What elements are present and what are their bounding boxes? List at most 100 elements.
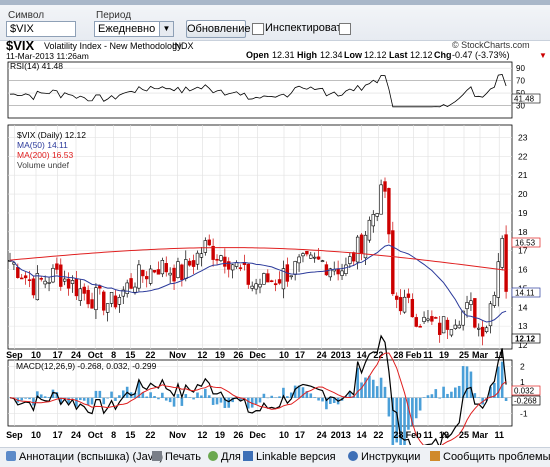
macd-histogram-bar (161, 393, 164, 398)
x-axis-label: 14 (357, 350, 367, 360)
footer-report-link[interactable]: Сообщить проблемы (430, 451, 550, 463)
macd-histogram-bar (20, 398, 23, 401)
macd-tag-line-text: -0.268 (514, 397, 537, 406)
x-axis-label: 10 (31, 350, 41, 360)
candle-body (59, 265, 62, 287)
candle-body (32, 279, 35, 295)
macd-histogram-bar (434, 389, 437, 398)
macd-histogram-bar (321, 398, 324, 402)
candle-body (67, 279, 70, 288)
macd-histogram-bar (462, 366, 465, 398)
macd-histogram-bar (28, 398, 31, 399)
candle-body (24, 276, 27, 278)
candle-body (102, 292, 105, 310)
symbol-input[interactable]: $VIX (6, 21, 76, 37)
x-axis-label: Dec (249, 350, 266, 360)
candle-body (454, 325, 457, 329)
candle-body (372, 214, 375, 226)
candle-body (458, 325, 461, 328)
macd-histogram-bar (255, 398, 258, 404)
inspect-toggle-box[interactable] (339, 23, 351, 35)
x-axis-label: 12 (197, 430, 207, 440)
candle-body (200, 254, 203, 258)
candle-body (48, 282, 51, 283)
x-axis-label: 2013 (331, 430, 351, 440)
x-axis-label: 14 (357, 430, 367, 440)
macd-histogram-bar (87, 398, 90, 405)
macd-histogram-bar (157, 398, 160, 400)
chevron-down-icon[interactable]: ▼ (159, 22, 173, 36)
x-axis-label: 19 (439, 430, 449, 440)
macd-tick-label: -1 (520, 408, 528, 418)
macd-histogram-bar (118, 395, 121, 398)
footer-report-label: Сообщить проблемы (443, 451, 550, 463)
footer-print-link[interactable]: Печать (152, 451, 201, 463)
candle-body (302, 254, 305, 256)
inspect-checkbox[interactable] (252, 23, 264, 35)
rsi-tick-label: 70 (516, 77, 525, 86)
footer-print-label: Печать (165, 451, 201, 463)
candle-body (180, 265, 183, 280)
macd-histogram-bar (477, 397, 480, 398)
macd-histogram-bar (24, 398, 27, 399)
footer-linkable-link[interactable]: Linkable версия (243, 451, 336, 463)
chart-name: Volatility Index - New Methodology (44, 41, 182, 51)
candle-body (352, 252, 355, 261)
candle-body (126, 283, 129, 294)
candle-body (239, 268, 242, 269)
macd-histogram-bar (454, 388, 457, 398)
rsi-legend: RSI(14) 41.48 (10, 61, 63, 71)
macd-histogram-bar (278, 396, 281, 398)
candle-body (196, 253, 199, 264)
price-panel (8, 125, 512, 349)
candle-body (368, 220, 371, 240)
candle-body (192, 260, 195, 266)
candle-body (391, 231, 394, 294)
x-axis-label: Nov (169, 430, 186, 440)
candle-body (263, 273, 266, 284)
macd-histogram-bar (106, 398, 109, 399)
candle-body (497, 262, 500, 298)
high-value: 12.34 (320, 50, 343, 60)
x-axis-label: 11 (494, 430, 504, 440)
macd-histogram-bar (317, 398, 320, 401)
period-select[interactable]: Ежедневно ▼ (94, 21, 174, 37)
candle-body (380, 185, 383, 214)
candle-body (223, 257, 226, 266)
chart-brand: © StockCharts.com (452, 40, 530, 50)
macd-histogram-bar (227, 398, 230, 408)
candle-body (384, 182, 387, 192)
high-label: High (297, 50, 317, 60)
x-axis-label: 24 (71, 350, 81, 360)
period-label: Период (96, 10, 131, 21)
candle-body (305, 251, 308, 254)
candle-body (321, 261, 324, 262)
candle-body (63, 279, 66, 281)
candle-body (341, 271, 344, 276)
macd-histogram-bar (169, 398, 172, 402)
candle-body (470, 301, 473, 305)
candle-body (290, 276, 293, 277)
candle-body (165, 263, 168, 272)
candle-body (130, 278, 133, 288)
macd-histogram-bar (505, 398, 508, 401)
footer-for-link[interactable]: Для (208, 451, 241, 463)
candle-body (71, 280, 74, 283)
footer-instructions-link[interactable]: Инструкции (348, 451, 420, 463)
macd-histogram-bar (380, 378, 383, 398)
update-button[interactable]: Обновление (186, 20, 246, 38)
candle-body (141, 270, 144, 276)
candle-body (376, 214, 379, 217)
candle-body (294, 261, 297, 274)
macd-histogram-bar (384, 387, 387, 398)
x-axis-label: 10 (31, 430, 41, 440)
x-axis-label: 24 (317, 350, 327, 360)
x-axis-label: 28 (393, 350, 403, 360)
macd-histogram-bar (360, 382, 363, 398)
x-axis-label: 22 (145, 430, 155, 440)
price-tick-label: 13 (518, 321, 528, 331)
footer-annotations-link[interactable]: Аннотации (вспышка) (Java) (6, 451, 163, 463)
footer-for-label: Для (221, 451, 241, 463)
candle-body (247, 264, 250, 284)
macd-histogram-bar (423, 397, 426, 398)
